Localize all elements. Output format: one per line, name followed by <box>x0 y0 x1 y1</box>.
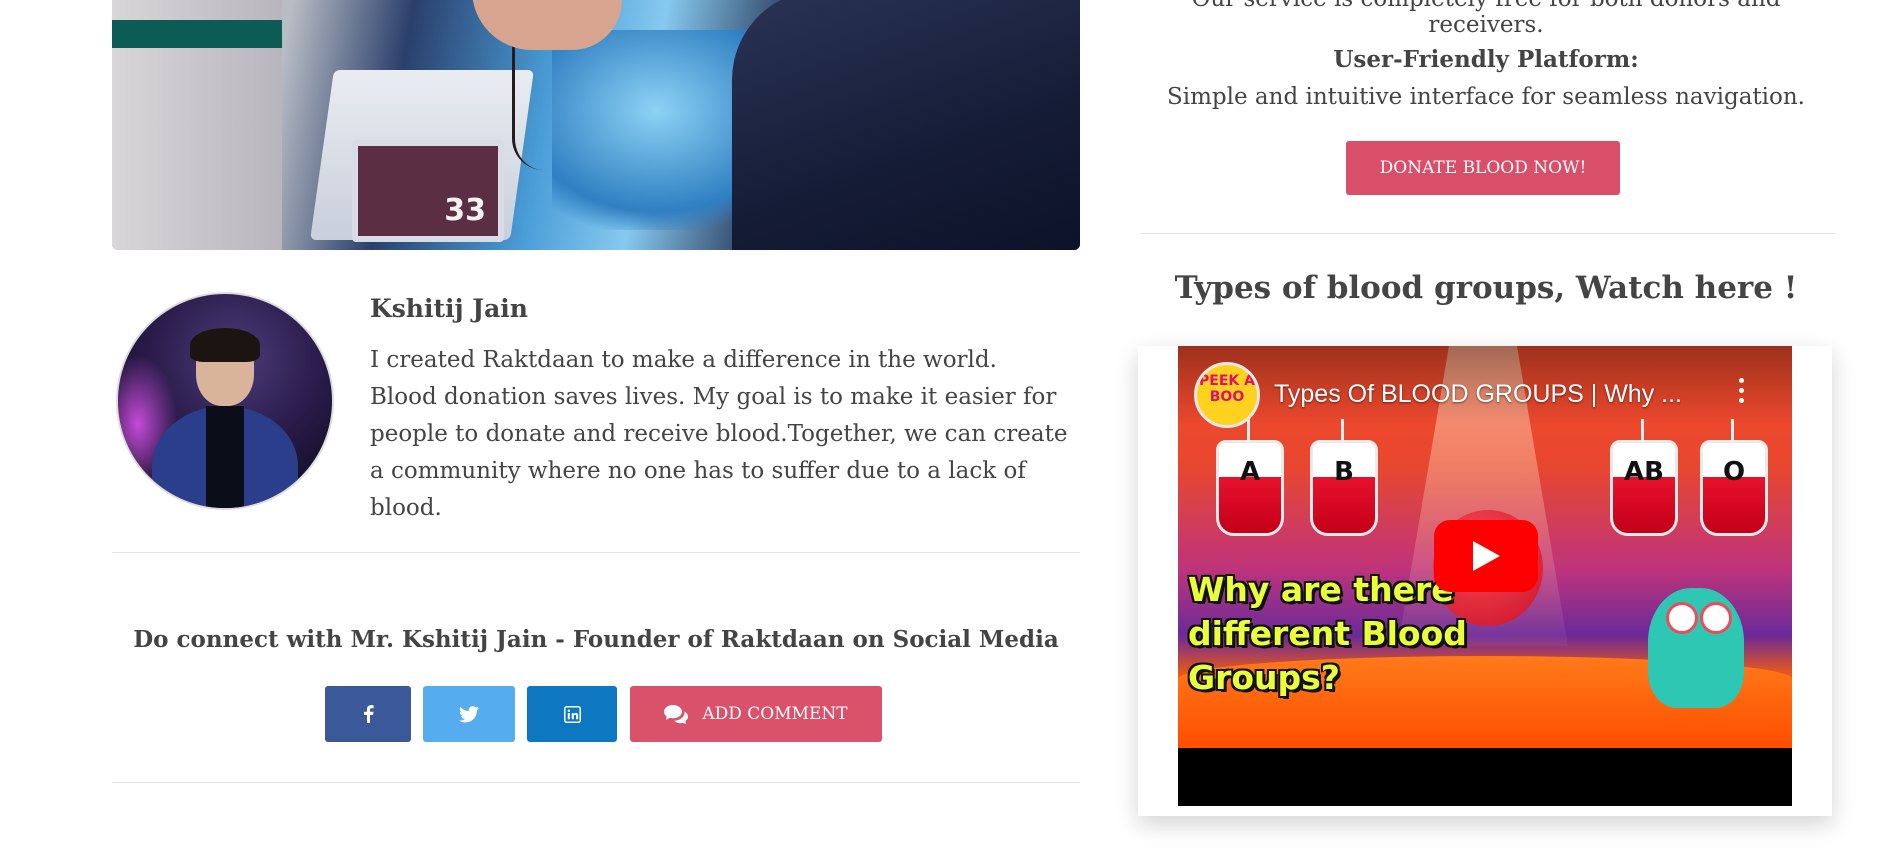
author-name: Kshitij Jain <box>370 294 528 323</box>
play-button[interactable] <box>1434 520 1538 592</box>
channel-logo-text: PEEK A BOO <box>1199 373 1255 405</box>
more-options-icon[interactable] <box>1736 378 1746 408</box>
add-comment-label: ADD COMMENT <box>702 704 848 724</box>
blood-bag-label: AB <box>1624 457 1664 487</box>
add-comment-button[interactable]: ADD COMMENT <box>630 686 882 742</box>
divider <box>1140 233 1836 234</box>
author-bio: I created Raktdaan to make a difference … <box>370 347 1068 521</box>
blood-bag-label: O <box>1722 457 1746 487</box>
video-title-bar: PEEK A BOO Types Of BLOOD GROUPS | Why .… <box>1178 346 1792 428</box>
play-icon <box>1473 541 1500 571</box>
twitter-button[interactable] <box>423 686 515 742</box>
blood-donation-photo: 33 <box>112 0 1080 250</box>
video-title[interactable]: Types Of BLOOD GROUPS | Why ... <box>1274 380 1682 409</box>
feature-title: User-Friendly Platform: <box>1333 46 1639 73</box>
blood-bag: O <box>1700 419 1768 536</box>
blood-bag: A <box>1216 419 1284 536</box>
blood-bag-label: B <box>1334 457 1354 487</box>
germ-character <box>1648 588 1744 708</box>
divider <box>112 782 1080 783</box>
author-avatar <box>116 292 334 510</box>
youtube-video-embed[interactable]: A B AB O Why are there different Blood G… <box>1178 346 1792 806</box>
linkedin-icon <box>563 705 581 723</box>
channel-logo[interactable]: PEEK A BOO <box>1194 362 1260 428</box>
divider <box>112 552 1080 553</box>
twitter-icon <box>459 705 479 722</box>
facebook-button[interactable] <box>325 686 411 742</box>
feature-free-service-text: Our service is completely free for both … <box>1192 0 1781 38</box>
blood-bag: AB <box>1610 419 1678 536</box>
comments-icon <box>664 704 689 724</box>
linkedin-button[interactable] <box>527 686 617 742</box>
video-section-heading: Types of blood groups, Watch here ! <box>1174 270 1798 306</box>
blood-bag-label: A <box>1239 457 1261 487</box>
facebook-icon <box>363 705 374 723</box>
connect-title: Do connect with Mr. Kshitij Jain - Found… <box>133 626 1059 653</box>
feature-description: Simple and intuitive interface for seaml… <box>1167 84 1805 110</box>
video-card: A B AB O Why are there different Blood G… <box>1138 346 1832 816</box>
blood-bag: B <box>1310 419 1378 536</box>
donate-blood-button[interactable]: DONATE BLOOD NOW! <box>1346 141 1620 195</box>
